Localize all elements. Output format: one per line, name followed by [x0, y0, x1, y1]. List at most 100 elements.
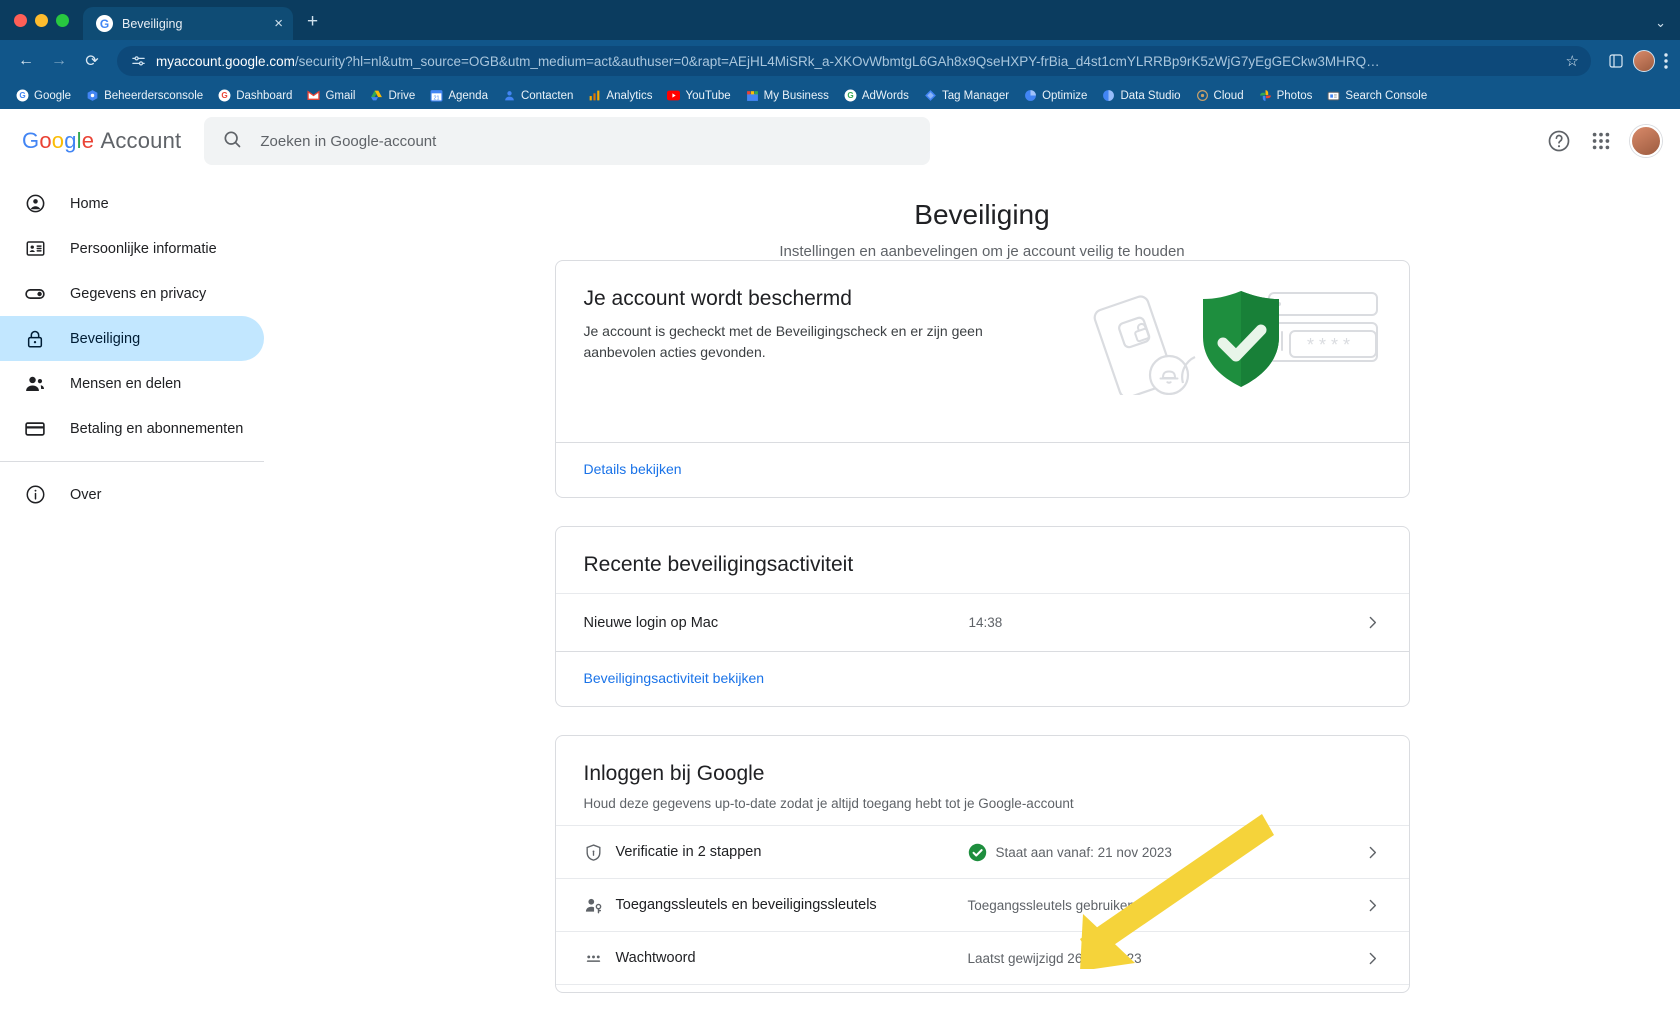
apps-grid-icon[interactable]: [1588, 128, 1614, 154]
avatar[interactable]: [1630, 125, 1662, 157]
maximize-window-button[interactable]: [56, 13, 69, 27]
adwords-icon: G: [844, 89, 857, 102]
row-title: Toegangssleutels en beveiligingssleutels: [615, 897, 877, 913]
bookmark-drive[interactable]: Drive: [364, 87, 421, 104]
row-meta-text: Toegangssleutels gebruiken: [967, 897, 1135, 913]
bookmark-contacten[interactable]: Contacten: [497, 87, 579, 104]
bookmark-cloud[interactable]: Cloud: [1190, 87, 1250, 104]
calendar-icon: 21: [430, 89, 443, 102]
forward-button[interactable]: →: [45, 47, 73, 75]
list-item[interactable]: Wachtwoord Laatst gewijzigd 26 dec 2023: [555, 931, 1409, 984]
back-button[interactable]: ←: [12, 47, 40, 75]
bookmark-label: Contacten: [520, 89, 574, 102]
bookmark-optimize[interactable]: Optimize: [1018, 87, 1093, 104]
address-bar[interactable]: myaccount.google.com/security?hl=nl&utm_…: [117, 46, 1591, 76]
signin-card: Inloggen bij Google Houd deze gegevens u…: [554, 735, 1410, 993]
google-g-icon: G: [16, 89, 29, 102]
bookmark-google[interactable]: G Google: [10, 87, 77, 104]
bookmark-label: Data Studio: [1120, 89, 1181, 102]
bookmark-data-studio[interactable]: Data Studio: [1096, 87, 1186, 104]
help-circle-icon[interactable]: [1546, 128, 1572, 154]
sidebar-item-over[interactable]: Over: [0, 472, 264, 517]
list-item-partial[interactable]: [555, 984, 1409, 992]
gmail-icon: [307, 89, 321, 102]
tune-icon[interactable]: [131, 54, 146, 69]
browser-toolbar: ← → ⟳ myaccount.google.com/security?hl=n…: [0, 40, 1680, 82]
google-account-logo[interactable]: Google Account: [22, 128, 181, 154]
info-circle-icon: [24, 484, 46, 506]
page-title: Beveiliging: [914, 199, 1050, 230]
sidebar-item-home[interactable]: Home: [0, 181, 264, 226]
bookmark-label: Photos: [1276, 89, 1313, 102]
search-console-icon: [1327, 89, 1340, 102]
extensions-icon[interactable]: [1608, 53, 1624, 69]
lock-icon: [24, 328, 46, 350]
sidebar-item-label: Beveiliging: [70, 330, 141, 347]
youtube-icon: [667, 89, 681, 102]
bookmark-tag-manager[interactable]: Tag Manager: [918, 87, 1015, 104]
bookmark-dashboard[interactable]: G Dashboard: [212, 87, 298, 104]
protected-row: Je account wordt beschermd Je account is…: [584, 287, 1381, 422]
bookmark-my-business[interactable]: My Business: [740, 87, 835, 104]
chevron-right-icon[interactable]: [1364, 950, 1381, 967]
bookmark-youtube[interactable]: YouTube: [661, 87, 736, 104]
chevron-right-icon[interactable]: [1364, 844, 1381, 861]
more-menu-icon[interactable]: [1664, 53, 1668, 69]
recent-activity-card: Recente beveiligingsactiviteit Nieuwe lo…: [554, 526, 1410, 707]
view-details-link[interactable]: Details bekijken: [584, 461, 682, 477]
bookmark-analytics[interactable]: Analytics: [582, 87, 658, 104]
chevron-down-icon[interactable]: ⌄: [1655, 15, 1666, 31]
sidebar-item-gegevens-en-privacy[interactable]: Gegevens en privacy: [0, 271, 264, 316]
close-tab-icon[interactable]: ×: [274, 16, 283, 31]
table-row[interactable]: Nieuwe login op Mac 14:38: [555, 593, 1409, 651]
bookmark-gmail[interactable]: Gmail: [301, 87, 361, 104]
account-protected-card: Je account wordt beschermd Je account is…: [554, 260, 1410, 498]
view-security-activity-link[interactable]: Beveiligingsactiviteit bekijken: [584, 670, 765, 686]
search-input[interactable]: Zoeken in Google-account: [204, 117, 931, 165]
new-tab-button[interactable]: +: [307, 11, 318, 33]
close-window-button[interactable]: [14, 13, 27, 27]
sidebar-item-betaling-en-abonnementen[interactable]: Betaling en abonnementen: [0, 406, 264, 451]
protected-heading: Je account wordt beschermd: [583, 287, 852, 310]
main-content: Beveiliging Instellingen en aanbevelinge…: [284, 173, 1680, 1023]
people-icon: [24, 373, 46, 395]
bookmark-adwords[interactable]: G AdWords: [838, 87, 915, 104]
minimize-window-button[interactable]: [35, 13, 48, 27]
row-title: Verificatie in 2 stappen: [615, 844, 762, 860]
bookmark-beheerdersconsole[interactable]: Beheerdersconsole: [80, 87, 209, 104]
protected-card-body: Je account wordt beschermd Je account is…: [556, 261, 1409, 442]
google-g-icon: G: [96, 15, 113, 32]
bookmark-search-console[interactable]: Search Console: [1321, 87, 1433, 104]
list-item[interactable]: Toegangssleutels en beveiligingssleutels…: [555, 878, 1409, 931]
photos-icon: [1259, 89, 1272, 102]
drive-icon: [370, 89, 383, 102]
chevron-right-icon[interactable]: [1364, 614, 1381, 631]
bookmark-photos[interactable]: Photos: [1253, 87, 1319, 104]
url-domain: myaccount.google.com: [156, 53, 295, 69]
bookmark-agenda[interactable]: 21 Agenda: [424, 87, 494, 104]
password-dots-icon: [584, 949, 608, 968]
svg-text:G: G: [222, 91, 228, 100]
sidebar-item-mensen-en-delen[interactable]: Mensen en delen: [0, 361, 264, 406]
signin-heading: Inloggen bij Google: [583, 762, 765, 785]
sidebar-item-persoonlijke-informatie[interactable]: Persoonlijke informatie: [0, 226, 264, 271]
row-title: Wachtwoord: [615, 950, 696, 966]
profile-avatar[interactable]: [1633, 50, 1655, 72]
bookmark-label: My Business: [763, 89, 829, 102]
browser-tab[interactable]: G Beveiliging ×: [83, 7, 293, 40]
signin-subtitle: Houd deze gegevens up-to-date zodat je a…: [583, 796, 1074, 811]
reload-button[interactable]: ⟳: [78, 47, 106, 75]
bookmark-label: Search Console: [1345, 89, 1428, 102]
bookmark-label: Optimize: [1042, 89, 1088, 102]
bookmark-label: Tag Manager: [941, 89, 1010, 102]
chevron-right-icon[interactable]: [1364, 897, 1381, 914]
row-meta: Toegangssleutels gebruiken: [968, 898, 1364, 913]
list-item[interactable]: Verificatie in 2 stappen Staat aan vanaf…: [555, 825, 1409, 878]
bookmark-star-icon[interactable]: ☆: [1566, 52, 1579, 70]
row-meta-text: Laatst gewijzigd 26 dec 2023: [967, 950, 1142, 966]
svg-text:****: ****: [1307, 335, 1355, 355]
passkey-person-icon: [584, 896, 608, 915]
sidebar-item-beveiliging[interactable]: Beveiliging: [0, 316, 264, 361]
activity-card-head: Recente beveiligingsactiviteit: [556, 527, 1409, 593]
my-business-icon: [746, 89, 759, 102]
